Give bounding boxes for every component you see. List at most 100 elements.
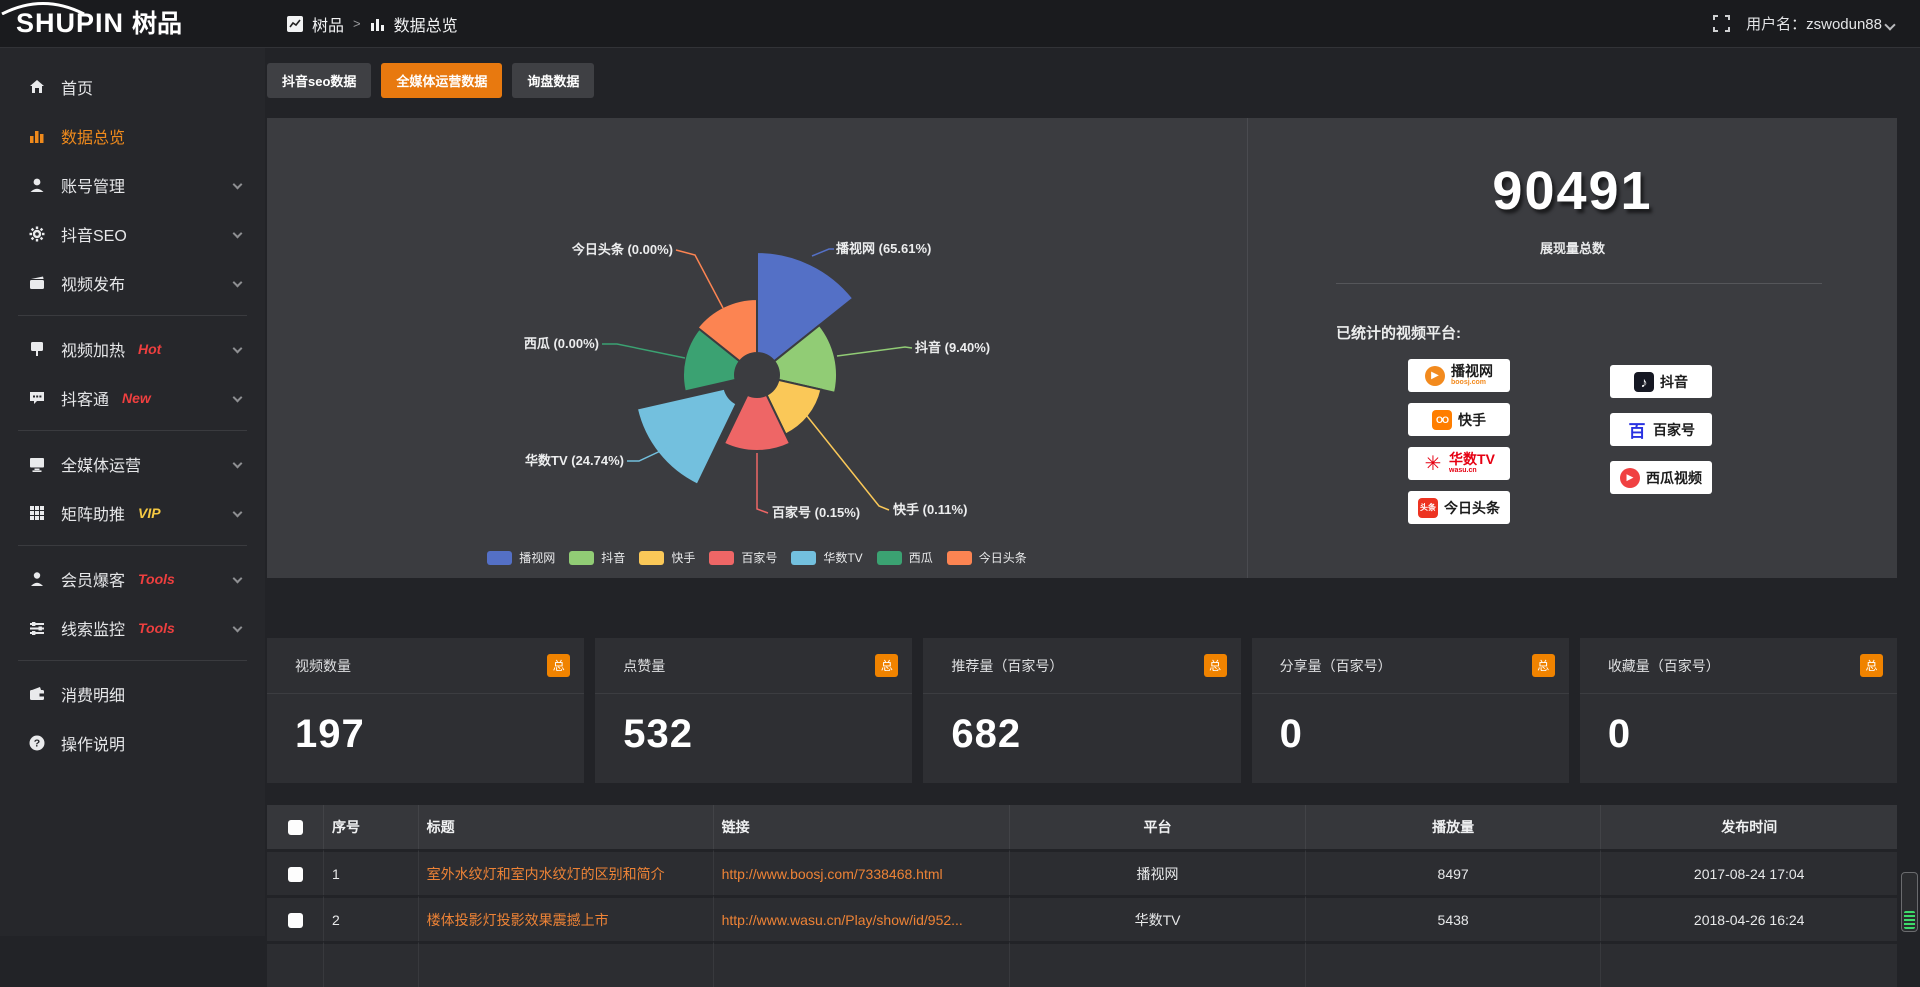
legend-item-百家号[interactable]: 百家号 (709, 549, 777, 566)
fullscreen-icon[interactable] (1713, 15, 1730, 32)
cell-index: 2 (324, 895, 419, 941)
stat-card-recommend: 推荐量（百家号）总 682 (923, 638, 1240, 783)
app-logo: SHUPIN 树品 (0, 10, 265, 37)
sidebar-item-data-overview[interactable]: 数据总览 (0, 111, 265, 160)
total-badge[interactable]: 总 (1860, 654, 1883, 677)
sidebar-item-huiyuan-baoke[interactable]: 会员爆客Tools (0, 554, 265, 603)
legend-item-快手[interactable]: 快手 (639, 549, 695, 566)
sidebar-item-label: 视频发布 (61, 271, 125, 295)
stat-card-label: 分享量（百家号） (1280, 656, 1392, 676)
legend-item-华数TV[interactable]: 华数TV (791, 549, 862, 566)
legend-swatch (569, 551, 594, 565)
select-all-checkbox[interactable] (288, 820, 303, 835)
legend-item-播视网[interactable]: 播视网 (487, 549, 555, 566)
sidebar-item-home[interactable]: 首页 (0, 62, 265, 111)
sidebar-item-douyin-seo[interactable]: 抖音SEO (0, 209, 265, 258)
sidebar-item-label: 操作说明 (61, 731, 125, 755)
sidebar-item-badge: VIP (138, 505, 161, 521)
platform-card-今日头条[interactable]: 头条今日头条 (1408, 491, 1510, 524)
col-header-date: 发布时间 (1601, 805, 1897, 849)
row-checkbox[interactable] (288, 867, 303, 882)
chevron-down-icon[interactable] (233, 278, 243, 288)
legend-label: 百家号 (741, 549, 777, 566)
platform-card-华数TV[interactable]: ✳华数TVwasu.cn (1408, 447, 1510, 480)
pie-label-line (812, 249, 834, 256)
stat-card-value: 197 (267, 694, 584, 757)
kuaishou-logo-icon: OO (1432, 410, 1452, 430)
total-badge[interactable]: 总 (875, 654, 898, 677)
summary-panel: 90491 展现量总数 已统计的视频平台: ▶播视网boosj.comOO快手✳… (1247, 118, 1897, 578)
sidebar-item-xiansuo-jiankong[interactable]: 线索监控Tools (0, 603, 265, 652)
chevron-down-icon[interactable] (233, 508, 243, 518)
user-menu-chevron-icon[interactable] (1884, 19, 1895, 30)
logo-text-cn: 树品 (132, 12, 182, 37)
table-row: 1 室外水纹灯和室内水纹灯的区别和简介 http://www.boosj.com… (267, 849, 1897, 895)
cell-link[interactable]: http://www.boosj.com/7338468.html (714, 849, 1011, 895)
sidebar-item-label: 全媒体运营 (61, 452, 141, 476)
legend-label: 今日头条 (979, 549, 1027, 566)
platform-card-百家号[interactable]: 百百家号 (1610, 413, 1712, 446)
sidebar-item-badge: New (122, 390, 151, 406)
sidebar-item-matrix-boost[interactable]: 矩阵助推VIP (0, 488, 265, 537)
logo-arc-icon (0, 1, 88, 15)
stat-cards-row: 视频数量总 197 点赞量总 532 推荐量（百家号）总 682 分享量（百家号… (267, 638, 1897, 783)
username[interactable]: 用户名：zswodun88 (1746, 13, 1894, 34)
sidebar-item-video-publish[interactable]: 视频发布 (0, 258, 265, 307)
scroll-widget[interactable] (1901, 872, 1918, 932)
chevron-down-icon[interactable] (233, 393, 243, 403)
legend-item-抖音[interactable]: 抖音 (569, 549, 625, 566)
chevron-down-icon[interactable] (233, 574, 243, 584)
chevron-down-icon[interactable] (233, 623, 243, 633)
platform-card-抖音[interactable]: ♪抖音 (1610, 365, 1712, 398)
breadcrumb-root[interactable]: 树品 (312, 12, 344, 36)
stat-card-value: 0 (1580, 694, 1897, 757)
legend-swatch (791, 551, 816, 565)
chevron-down-icon[interactable] (233, 180, 243, 190)
sidebar-item-video-heat[interactable]: 视频加热Hot (0, 324, 265, 373)
sidebar-item-label: 抖音SEO (61, 222, 127, 246)
platform-card-播视网[interactable]: ▶播视网boosj.com (1408, 359, 1510, 392)
total-badge[interactable]: 总 (1204, 654, 1227, 677)
cell-platform: 华数TV (1010, 895, 1306, 941)
sidebar-divider (18, 315, 247, 316)
total-badge[interactable]: 总 (1532, 654, 1555, 677)
platform-card-西瓜视频[interactable]: ▶西瓜视频 (1610, 461, 1712, 494)
person-icon (28, 570, 46, 588)
chevron-down-icon[interactable] (233, 229, 243, 239)
chevron-down-icon[interactable] (233, 344, 243, 354)
sidebar-item-label: 抖客通 (61, 386, 109, 410)
chevron-down-icon[interactable] (233, 459, 243, 469)
col-header-title: 标题 (419, 805, 714, 849)
cell-link[interactable]: http://www.wasu.cn/Play/show/id/952... (714, 895, 1011, 941)
legend-swatch (639, 551, 664, 565)
sidebar-item-quanmeiti-yunying[interactable]: 全媒体运营 (0, 439, 265, 488)
cell-title[interactable]: 楼体投影灯投影效果震撼上市 (419, 895, 714, 941)
platform-logos-left-column: ▶播视网boosj.com OO快手 ✳华数TVwasu.cn 头条今日头条 (1408, 359, 1510, 524)
sidebar-item-account-manage[interactable]: 账号管理 (0, 160, 265, 209)
platform-card-快手[interactable]: OO快手 (1408, 403, 1510, 436)
tab-quanmeiti[interactable]: 全媒体运营数据 (381, 63, 502, 98)
sidebar-item-badge: Tools (138, 620, 175, 636)
cell-title[interactable]: 室外水纹灯和室内水纹灯的区别和简介 (419, 849, 714, 895)
platform-name: 抖音 (1660, 372, 1688, 392)
platforms-title: 已统计的视频平台: (1336, 322, 1897, 343)
legend-swatch (487, 551, 512, 565)
sidebar-item-consume-detail[interactable]: 消费明细 (0, 669, 265, 718)
pie-label-line (757, 453, 768, 513)
pie-label-line (807, 416, 889, 510)
sidebar-item-operation-guide[interactable]: ?操作说明 (0, 718, 265, 767)
legend-label: 播视网 (519, 549, 555, 566)
legend-item-西瓜[interactable]: 西瓜 (877, 549, 933, 566)
legend-item-今日头条[interactable]: 今日头条 (947, 549, 1027, 566)
stat-card-favorites: 收藏量（百家号）总 0 (1580, 638, 1897, 783)
tab-douyin-seo[interactable]: 抖音seo数据 (267, 63, 371, 98)
breadcrumb-separator: > (353, 16, 361, 31)
total-badge[interactable]: 总 (547, 654, 570, 677)
pie-slice-华数TV[interactable] (637, 389, 737, 485)
wasu-logo-icon: ✳ (1423, 454, 1443, 474)
tab-xunpan[interactable]: 询盘数据 (512, 63, 594, 98)
row-checkbox[interactable] (288, 913, 303, 928)
breadcrumb-current[interactable]: 数据总览 (394, 12, 458, 36)
sidebar-item-douketong[interactable]: 抖客通 New (0, 373, 265, 422)
top-header: SHUPIN 树品 树品 > 数据总览 用户名：zswodun88 (0, 0, 1920, 48)
